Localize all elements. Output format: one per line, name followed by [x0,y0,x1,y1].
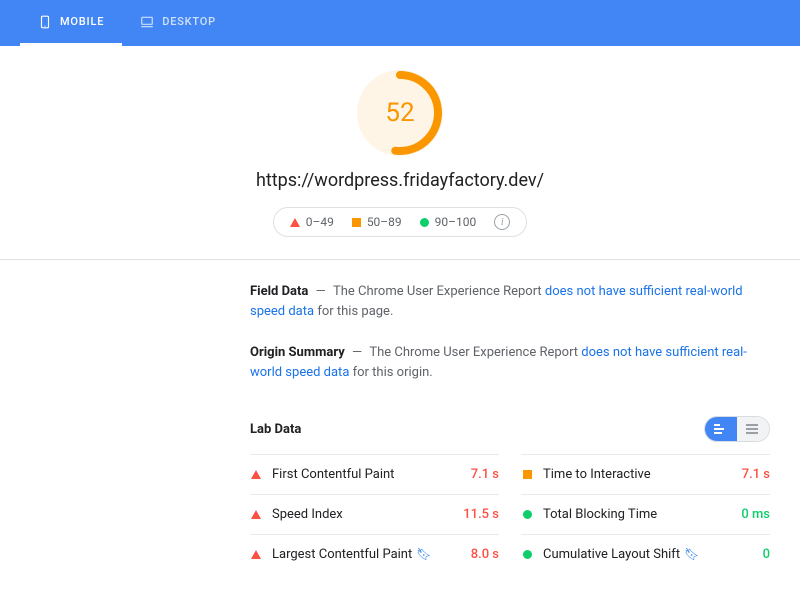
desktop-icon [140,15,154,29]
metric-tbt-name: Total Blocking Time [543,507,741,522]
section-divider [0,259,800,260]
metric-fcp: First Contentful Paint 7.1 s [250,454,499,494]
metric-fcp-name: First Contentful Paint [272,467,471,482]
origin-summary-pre: The Chrome User Experience Report [369,345,581,360]
metric-cls: Cumulative Layout Shift 🔖︎ 0 [521,534,770,574]
metric-lcp: Largest Contentful Paint 🔖︎ 8.0 s [250,534,499,574]
lab-data-title: Lab Data [250,422,301,437]
metrics-grid: First Contentful Paint 7.1 s Time to Int… [250,454,770,574]
tab-desktop[interactable]: DESKTOP [122,0,234,46]
bookmark-icon: 🔖︎ [684,547,699,561]
view-toggle-expanded[interactable] [705,417,737,441]
metric-si: Speed Index 11.5 s [250,494,499,534]
tab-mobile[interactable]: MOBILE [20,0,122,46]
field-data-pre: The Chrome User Experience Report [333,284,545,299]
metric-cls-value: 0 [763,547,770,562]
circle-icon [523,510,532,519]
field-data-post: for this page. [314,304,393,319]
field-data-note: Field Data — The Chrome User Experience … [250,282,770,321]
bookmark-icon: 🔖︎ [416,547,431,561]
triangle-icon [290,218,300,227]
metric-cls-name: Cumulative Layout Shift [543,547,680,562]
score-legend: 0–49 50–89 90–100 i [273,207,528,237]
metric-lcp-value: 8.0 s [471,547,499,562]
metric-si-value: 11.5 s [463,507,499,522]
device-tabs: MOBILE DESKTOP [0,0,800,46]
triangle-icon [251,550,261,559]
metric-si-name: Speed Index [272,507,463,522]
triangle-icon [251,470,261,479]
score-value: 52 [357,70,443,156]
origin-summary-post: for this origin. [349,365,432,380]
triangle-icon [251,510,261,519]
metric-tti: Time to Interactive 7.1 s [521,454,770,494]
circle-icon [523,550,532,559]
metric-fcp-value: 7.1 s [471,467,499,482]
info-icon[interactable]: i [494,214,510,230]
legend-range-poor: 0–49 [306,215,334,229]
metric-lcp-name: Largest Contentful Paint [272,547,412,562]
circle-icon [420,218,429,227]
origin-summary-label: Origin Summary [250,345,345,360]
score-gauge: 52 [357,70,443,156]
tab-mobile-label: MOBILE [60,15,104,28]
metric-tbt: Total Blocking Time 0 ms [521,494,770,534]
mobile-icon [38,15,52,29]
metric-tti-name: Time to Interactive [543,467,742,482]
field-data-label: Field Data [250,284,308,299]
view-toggle-compact[interactable] [737,417,769,441]
tab-desktop-label: DESKTOP [162,15,216,28]
square-icon [523,470,532,479]
origin-summary-note: Origin Summary — The Chrome User Experie… [250,343,770,382]
view-toggle[interactable] [704,416,770,442]
legend-range-avg: 50–89 [367,215,402,229]
square-icon [352,218,361,227]
tested-url: https://wordpress.fridayfactory.dev/ [30,170,770,191]
score-section: 52 https://wordpress.fridayfactory.dev/ … [30,70,770,237]
metric-tti-value: 7.1 s [742,467,770,482]
metric-tbt-value: 0 ms [741,507,770,522]
legend-range-good: 90–100 [435,215,477,229]
